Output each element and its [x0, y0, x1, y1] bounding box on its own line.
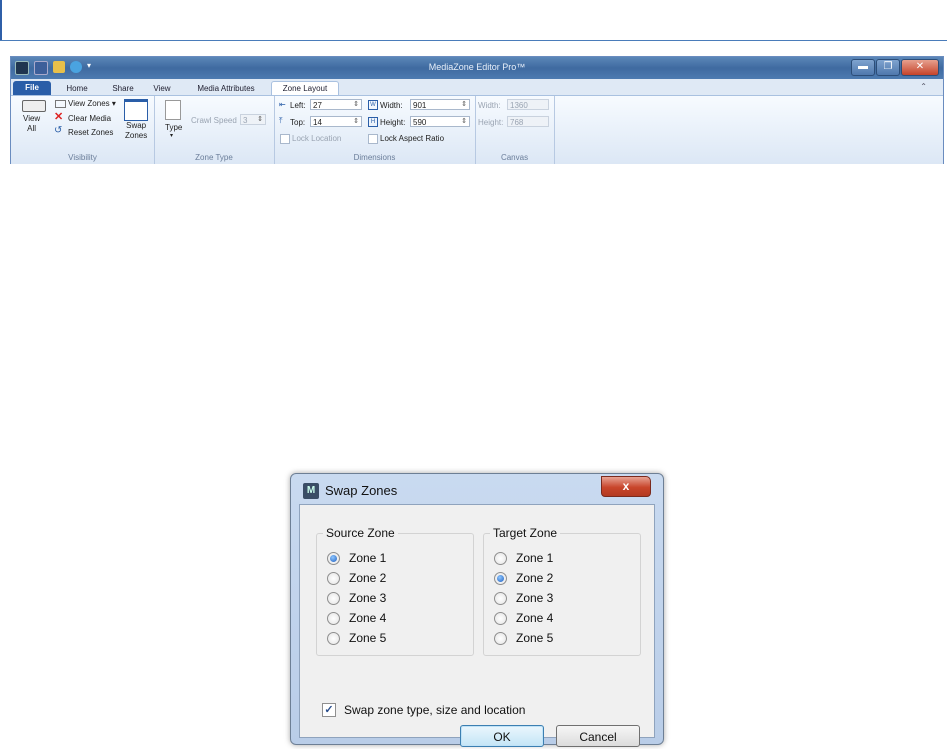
type-button[interactable]: Type: [165, 123, 182, 132]
view-zones-icon: [55, 100, 66, 108]
maximize-button[interactable]: ❐: [876, 59, 900, 76]
target-zone-1-radio[interactable]: [494, 551, 507, 565]
group-label-dimensions: Dimensions: [353, 153, 396, 162]
group-label-zone-type: Zone Type: [195, 153, 233, 162]
canvas-width-label: Width:: [478, 101, 501, 110]
source-zone-group: Source Zone Zone 1 Zone 2 Zone 3 Zone 4 …: [316, 526, 474, 656]
canvas-height-label: Height:: [478, 118, 504, 127]
target-zone-4[interactable]: Zone 4: [494, 610, 553, 626]
lock-location-label: Lock Location: [292, 134, 342, 143]
source-zone-2-radio[interactable]: [327, 571, 340, 585]
source-zone-3[interactable]: Zone 3: [327, 590, 386, 606]
target-zone-group: Target Zone Zone 1 Zone 2 Zone 3 Zone 4 …: [483, 526, 641, 656]
lock-aspect-checkbox[interactable]: [368, 134, 378, 144]
group-label-visibility: Visibility: [68, 153, 97, 162]
tab-file[interactable]: File: [13, 81, 51, 95]
source-zone-1-radio[interactable]: [327, 551, 340, 565]
dialog-body: Source Zone Zone 1 Zone 2 Zone 3 Zone 4 …: [299, 504, 655, 747]
target-zone-4-radio[interactable]: [494, 611, 507, 625]
view-all-button[interactable]: View All: [23, 114, 40, 134]
tab-media-attributes[interactable]: Media Attributes: [183, 82, 269, 95]
dialog-title: Swap Zones: [325, 483, 398, 498]
target-zone-1[interactable]: Zone 1: [494, 550, 553, 566]
target-zone-5-radio[interactable]: [494, 631, 507, 645]
clear-media-button[interactable]: Clear Media: [68, 114, 111, 123]
crawl-speed-input[interactable]: 3 ⇕: [240, 114, 266, 125]
document-header: [0, 0, 947, 41]
swap-zones-icon: [124, 99, 148, 121]
clear-media-icon: ✕: [54, 111, 64, 123]
top-input[interactable]: 14 ⇕: [310, 116, 362, 127]
canvas-width-input: 1360: [507, 99, 549, 110]
target-zone-2[interactable]: Zone 2: [494, 570, 553, 586]
source-zone-5-radio[interactable]: [327, 631, 340, 645]
swap-zones-button[interactable]: Swap Zones: [125, 121, 147, 141]
target-zone-legend: Target Zone: [490, 526, 561, 540]
title-bar: ▾ MediaZone Editor Pro™ ▬ ❐ ✕: [11, 57, 943, 79]
group-visibility: View All View Zones ▾ ✕ Clear Media ↺ Re…: [11, 96, 155, 164]
view-zones-button[interactable]: View Zones ▾: [68, 99, 116, 108]
reset-zones-icon: ↺: [54, 125, 63, 136]
tab-share[interactable]: Share: [105, 82, 141, 95]
swap-zones-dialog: M Swap Zones x Source Zone Zone 1 Zone 2…: [290, 473, 664, 747]
source-zone-legend: Source Zone: [323, 526, 398, 540]
type-dropdown-icon[interactable]: ▾: [170, 132, 173, 139]
window-controls: ▬ ❐ ✕: [851, 59, 939, 76]
target-zone-5[interactable]: Zone 5: [494, 630, 553, 646]
top-icon: ⤒: [279, 116, 283, 125]
view-all-icon: [22, 100, 46, 112]
source-zone-4-radio[interactable]: [327, 611, 340, 625]
crawl-speed-label: Crawl Speed: [191, 116, 237, 125]
target-zone-3[interactable]: Zone 3: [494, 590, 553, 606]
close-button[interactable]: ✕: [901, 59, 939, 76]
group-zone-type: Type ▾ Crawl Speed 3 ⇕ Zone Type: [154, 96, 275, 164]
ribbon-tabs: File Home Share View Media Attributes Zo…: [11, 79, 943, 96]
tab-zone-layout[interactable]: Zone Layout: [271, 81, 339, 96]
source-zone-5[interactable]: Zone 5: [327, 630, 386, 646]
ribbon: View All View Zones ▾ ✕ Clear Media ↺ Re…: [11, 95, 943, 164]
left-icon: ⇤: [279, 100, 286, 109]
target-zone-2-radio[interactable]: [494, 571, 507, 585]
minimize-button[interactable]: ▬: [851, 59, 875, 76]
source-zone-4[interactable]: Zone 4: [327, 610, 386, 626]
ribbon-collapse-icon[interactable]: ⌃: [920, 82, 927, 91]
group-dimensions: ⇤ Left: 27 ⇕ ⤒ Top: 14 ⇕ Lock Location W W…: [274, 96, 476, 164]
group-label-canvas: Canvas: [500, 153, 529, 162]
source-zone-2[interactable]: Zone 2: [327, 570, 386, 586]
height-icon: H: [368, 117, 378, 127]
group-canvas: Width: 1360 Height: 768 Canvas: [475, 96, 555, 164]
main-window: ▾ MediaZone Editor Pro™ ▬ ❐ ✕ File Home …: [10, 56, 944, 164]
width-icon: W: [368, 100, 378, 110]
header-accent-bar: [0, 0, 2, 40]
top-label: Top:: [290, 118, 306, 127]
tab-home[interactable]: Home: [59, 82, 95, 95]
height-input[interactable]: 590 ⇕: [410, 116, 470, 127]
reset-zones-button[interactable]: Reset Zones: [68, 128, 113, 137]
zone-type-icon: [165, 100, 181, 120]
window-title: MediaZone Editor Pro™: [428, 62, 526, 72]
swap-option-label: Swap zone type, size and location: [344, 703, 526, 717]
height-label: Height:: [380, 118, 406, 127]
left-input[interactable]: 27 ⇕: [310, 99, 362, 110]
cancel-button[interactable]: Cancel: [556, 725, 640, 747]
width-input[interactable]: 901 ⇕: [410, 99, 470, 110]
lock-aspect-label: Lock Aspect Ratio: [380, 134, 445, 143]
left-label: Left:: [290, 101, 306, 110]
target-zone-3-radio[interactable]: [494, 591, 507, 605]
dialog-close-button[interactable]: x: [601, 476, 651, 497]
width-label: Width:: [380, 101, 403, 110]
swap-option-row[interactable]: ✓ Swap zone type, size and location: [322, 703, 525, 717]
dialog-app-icon: M: [303, 483, 319, 499]
ok-button[interactable]: OK: [460, 725, 544, 747]
source-zone-3-radio[interactable]: [327, 591, 340, 605]
tab-view[interactable]: View: [147, 82, 177, 95]
lock-location-checkbox[interactable]: [280, 134, 290, 144]
canvas-height-input: 768: [507, 116, 549, 127]
swap-option-checkbox[interactable]: ✓: [322, 703, 336, 717]
source-zone-1[interactable]: Zone 1: [327, 550, 386, 566]
